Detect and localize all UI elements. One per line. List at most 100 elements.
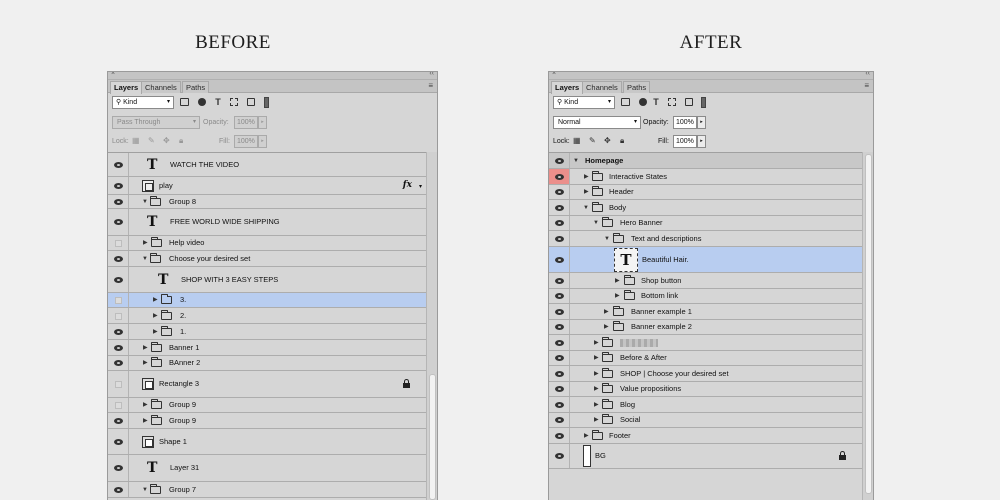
expand-right-icon[interactable]: ▶ (615, 277, 620, 285)
eye-icon[interactable] (114, 465, 123, 471)
fx-icon[interactable]: fx (403, 180, 412, 190)
layer-row[interactable]: T SHOP WITH 3 EASY STEPS (108, 267, 426, 293)
expand-right-icon[interactable]: ▶ (594, 339, 599, 347)
layer-row[interactable]: ▼ Text and descriptions (549, 231, 862, 247)
layer-name[interactable]: Beautiful Hair. (642, 255, 689, 265)
eye-icon[interactable] (114, 344, 123, 351)
eye-icon[interactable] (555, 204, 564, 211)
expand-right-icon[interactable]: ▶ (143, 401, 148, 409)
layer-name[interactable]: play (159, 181, 173, 191)
eye-icon[interactable] (114, 360, 123, 366)
layer-name[interactable]: 1. (180, 327, 186, 337)
layer-row[interactable]: ▶ Banner example 1 (549, 304, 862, 320)
lock-move-icon[interactable]: ✥ (163, 136, 170, 146)
fill-field[interactable]: 100% (673, 135, 697, 148)
type-filter-icon[interactable]: T (213, 97, 223, 107)
layer-row[interactable]: ▶ Footer (549, 428, 862, 444)
scrollbar-thumb[interactable] (865, 154, 872, 494)
layer-row[interactable]: ▶ Before & After (549, 351, 862, 366)
expand-right-icon[interactable]: ▶ (143, 239, 148, 247)
opacity-dropdown[interactable]: ▸ (258, 116, 267, 129)
pixel-filter-icon[interactable] (180, 98, 189, 106)
expand-right-icon[interactable]: ▶ (584, 173, 589, 181)
eye-icon[interactable] (555, 386, 564, 392)
lock-all-icon[interactable]: 🔒︎ (179, 136, 183, 146)
layer-name[interactable]: Group 9 (169, 400, 196, 410)
layer-name[interactable]: 3. (180, 295, 186, 305)
layers-scrollbar[interactable] (426, 152, 437, 500)
kind-filter-select[interactable]: ⚲ Kind ▾ (553, 96, 615, 109)
layer-row[interactable]: T FREE WORLD WIDE SHIPPING (108, 209, 426, 236)
layer-row[interactable]: T Layer 31 (108, 455, 426, 482)
panel-menu-icon[interactable]: ≡ (864, 81, 869, 90)
layer-row[interactable]: ▶ 2. (108, 308, 426, 324)
expand-right-icon[interactable]: ▶ (594, 385, 599, 393)
expand-right-icon[interactable]: ▶ (584, 188, 589, 196)
fill-field[interactable]: 100% (234, 135, 258, 148)
expand-down-icon[interactable]: ▼ (142, 255, 148, 263)
layer-row[interactable]: ▶ 1. (108, 324, 426, 340)
collapse-icon[interactable]: ‹‹ (865, 72, 870, 77)
fill-dropdown[interactable]: ▸ (258, 135, 267, 148)
eye-icon[interactable] (555, 277, 564, 284)
tab-paths[interactable]: Paths (623, 81, 651, 93)
layer-row[interactable]: ▶ BAnner 2 (108, 356, 426, 371)
blend-mode-select[interactable]: Pass Through ▾ (112, 116, 200, 129)
expand-right-icon[interactable]: ▶ (594, 370, 599, 378)
layer-row[interactable]: ▼ Homepage (549, 153, 862, 169)
layer-row[interactable]: ▶ Help video (108, 236, 426, 251)
eye-icon[interactable] (114, 219, 123, 225)
layer-name[interactable]: Choose your desired set (169, 254, 250, 264)
layer-name[interactable]: Rectangle 3 (159, 379, 199, 389)
adjustment-filter-icon[interactable] (639, 98, 647, 106)
layer-name[interactable]: Footer (609, 431, 631, 441)
filter-toggle-icon[interactable] (264, 97, 269, 108)
layer-row-selected[interactable]: ▶ 3. (108, 293, 426, 308)
eye-icon[interactable] (114, 255, 123, 262)
expand-down-icon[interactable]: ▼ (573, 157, 579, 165)
scrollbar-thumb[interactable] (429, 374, 436, 500)
layer-name[interactable]: FREE WORLD WIDE SHIPPING (170, 217, 280, 227)
layer-row[interactable]: ▶ SHOP | Choose your desired set (549, 366, 862, 382)
eye-icon[interactable] (555, 417, 564, 423)
layer-name[interactable]: BAnner 2 (169, 358, 200, 368)
tab-paths[interactable]: Paths (182, 81, 210, 93)
eye-icon[interactable] (114, 438, 123, 445)
layer-row[interactable]: ▼ Choose your desired set (108, 251, 426, 267)
lock-transparent-icon[interactable]: ▦ (573, 136, 581, 146)
layer-name[interactable]: Text and descriptions (631, 234, 701, 244)
expand-right-icon[interactable]: ▶ (604, 323, 609, 331)
visibility-off-box[interactable] (115, 240, 122, 247)
layer-name[interactable]: Before & After (620, 353, 667, 363)
expand-right-icon[interactable]: ▶ (594, 416, 599, 424)
layer-name[interactable]: 2. (180, 311, 186, 321)
smart-object-filter-icon[interactable] (685, 98, 693, 106)
layer-name[interactable]: SHOP | Choose your desired set (620, 369, 729, 379)
expand-right-icon[interactable]: ▶ (143, 344, 148, 352)
layer-name[interactable]: Shape 1 (159, 437, 187, 447)
eye-icon[interactable] (555, 173, 564, 180)
lock-brush-icon[interactable]: ✎ (589, 136, 596, 146)
fill-dropdown[interactable]: ▸ (697, 135, 706, 148)
collapse-icon[interactable]: ‹‹ (429, 72, 434, 77)
layer-row[interactable]: ▼ Group 7 (108, 482, 426, 498)
layer-row[interactable]: ▶ Interactive States (549, 169, 862, 185)
layer-row[interactable]: BG (549, 444, 862, 469)
layer-name[interactable]: Header (609, 187, 634, 197)
tab-channels[interactable]: Channels (582, 81, 622, 93)
layer-name[interactable]: WATCH THE VIDEO (170, 160, 239, 170)
layer-row[interactable]: T WATCH THE VIDEO (108, 153, 426, 177)
layer-name[interactable]: Layer 31 (170, 463, 199, 473)
layer-name[interactable]: Banner example 2 (631, 322, 692, 332)
eye-icon[interactable] (555, 256, 564, 263)
layer-row[interactable]: ▶ Group 9 (108, 413, 426, 429)
tab-channels[interactable]: Channels (141, 81, 181, 93)
layer-name[interactable]: Homepage (585, 156, 623, 166)
blend-mode-select[interactable]: Normal ▾ (553, 116, 641, 129)
shape-filter-icon[interactable] (230, 98, 238, 106)
expand-down-icon[interactable]: ▼ (593, 219, 599, 227)
layer-row[interactable]: Rectangle 3 (108, 371, 426, 398)
layer-row[interactable]: ▶ (549, 335, 862, 351)
eye-icon[interactable] (555, 235, 564, 242)
pixel-filter-icon[interactable] (621, 98, 630, 106)
